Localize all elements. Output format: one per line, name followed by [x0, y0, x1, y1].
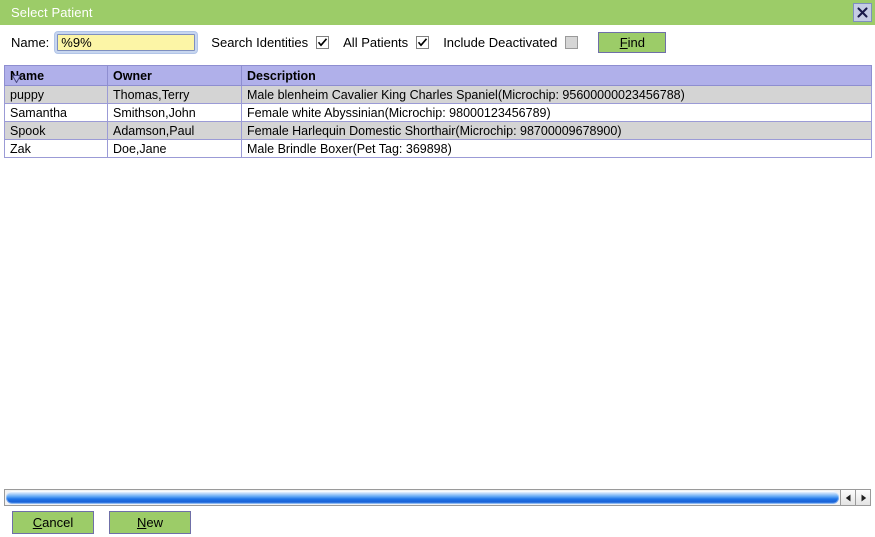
cell-name: Spook [4, 121, 108, 140]
cell-name: Zak [4, 139, 108, 158]
all-patients-label: All Patients [343, 34, 409, 50]
close-button[interactable] [853, 3, 872, 22]
column-header-name[interactable]: Name [4, 65, 108, 86]
column-header-description[interactable]: Description [241, 65, 872, 86]
titlebar: Select Patient [0, 0, 875, 25]
cell-owner: Doe,Jane [107, 139, 242, 158]
new-button-label: ew [146, 515, 163, 530]
cell-description: Male Brindle Boxer(Pet Tag: 369898) [241, 139, 872, 158]
table-row[interactable]: Samantha Smithson,John Female white Abys… [4, 103, 872, 122]
cell-owner: Adamson,Paul [107, 121, 242, 140]
cancel-button-label: ancel [42, 515, 74, 530]
scroll-left-button[interactable] [841, 489, 856, 506]
triangle-left-icon [845, 494, 852, 502]
cell-owner: Smithson,John [107, 103, 242, 122]
scrollbar-thumb[interactable] [6, 491, 839, 504]
table-row[interactable]: Spook Adamson,Paul Female Harlequin Dome… [4, 121, 872, 140]
find-button-label: ind [627, 34, 646, 50]
column-header-owner[interactable]: Owner [107, 65, 242, 86]
search-identities-checkbox[interactable] [316, 35, 330, 49]
cell-owner: Thomas,Terry [107, 85, 242, 104]
sort-descending-triangle-icon [11, 72, 22, 84]
scrollbar-track[interactable] [4, 489, 841, 506]
cell-description: Male blenheim Cavalier King Charles Span… [241, 85, 872, 104]
find-button[interactable]: Find [598, 31, 667, 53]
cell-description: Female white Abyssinian(Microchip: 98000… [241, 103, 872, 122]
window-title: Select Patient [11, 5, 93, 20]
cell-name: Samantha [4, 103, 108, 122]
close-x-icon [857, 7, 868, 18]
name-input-wrapper [55, 31, 198, 53]
include-deactivated-checkbox[interactable] [565, 35, 579, 49]
check-icon [417, 37, 428, 48]
horizontal-scrollbar[interactable] [4, 489, 871, 506]
select-patient-dialog: Select Patient Name: Search Identities A… [0, 0, 875, 537]
search-identities-label: Search Identities [211, 34, 309, 50]
include-deactivated-label: Include Deactivated [443, 34, 558, 50]
table-row[interactable]: puppy Thomas,Terry Male blenheim Cavalie… [4, 85, 872, 104]
table-row[interactable]: Zak Doe,Jane Male Brindle Boxer(Pet Tag:… [4, 139, 872, 158]
patient-results-table: Name Owner Description puppy Thomas,Terr… [4, 65, 872, 160]
new-button[interactable]: New [109, 511, 191, 534]
check-icon [317, 37, 328, 48]
scroll-right-button[interactable] [856, 489, 871, 506]
cancel-button-mnemonic: C [32, 515, 43, 530]
name-label: Name: [11, 34, 50, 50]
column-header-owner-label: Owner [113, 68, 152, 83]
find-button-mnemonic: F [619, 34, 628, 50]
all-patients-checkbox[interactable] [416, 35, 430, 49]
search-toolbar: Name: Search Identities All Patients Inc… [0, 25, 875, 59]
triangle-right-icon [860, 494, 867, 502]
new-button-mnemonic: N [136, 515, 147, 530]
column-header-description-label: Description [247, 68, 316, 83]
cancel-button[interactable]: Cancel [12, 511, 94, 534]
table-header-row: Name Owner Description [4, 65, 872, 86]
cell-name: puppy [4, 85, 108, 104]
cell-description: Female Harlequin Domestic Shorthair(Micr… [241, 121, 872, 140]
name-input[interactable] [57, 33, 196, 51]
dialog-footer: Cancel New [0, 508, 875, 537]
